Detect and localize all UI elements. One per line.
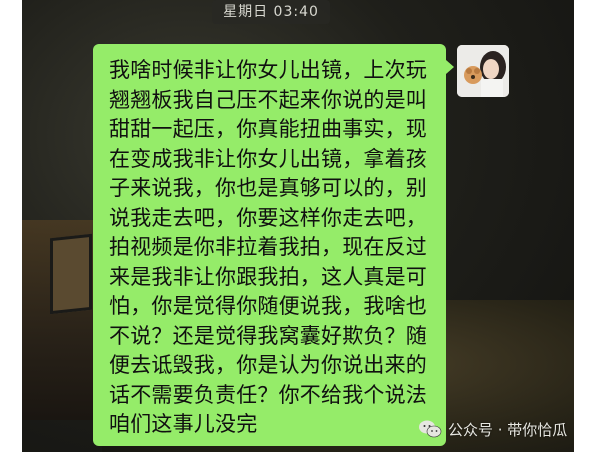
wechat-icon: [419, 420, 442, 438]
message-line: 子来说我，你也是真够可以的，别: [109, 176, 427, 200]
message-bubble[interactable]: 我啥时候非让你女儿出镜，上次玩 翘翘板我自己压不起来你说的是叫 甜甜一起压，你真…: [93, 44, 446, 446]
message-line: 来是我非让你跟我拍，这人真是可: [109, 264, 427, 289]
watermark-text: 公众号 · 带你恰瓜: [448, 420, 568, 439]
message-line: 甜甜一起压，你真能扭曲事实，现: [109, 117, 427, 141]
message-line: 便去诋毁我，你是认为你说出来的: [109, 353, 427, 377]
bubble-tail: [446, 60, 454, 74]
message-line: 咱们这事儿没完: [109, 412, 258, 436]
message-line: 说我走去吧，你要这样你走去吧，: [109, 205, 427, 230]
message-line: 话不需要负责任？你不给我个说法: [109, 382, 427, 407]
message-line: 怕，你是觉得你随便说我，我啥也: [109, 294, 427, 318]
message-line: 不说？还是觉得我窝囊好欺负？随: [109, 323, 427, 348]
message-line: 拍视频是你非拉着我拍，现在反过: [109, 235, 427, 259]
avatar-photo-icon: [457, 45, 509, 97]
message-line: 翘翘板我自己压不起来你说的是叫: [109, 87, 427, 112]
message-timestamp: 星期日 03:40: [212, 0, 330, 24]
sender-avatar[interactable]: [457, 45, 509, 97]
message-line: 在变成我非让你女儿出镜，拿着孩: [109, 146, 427, 171]
watermark: 公众号 · 带你恰瓜: [418, 416, 567, 442]
background-frame: [50, 233, 92, 315]
message-line: 我啥时候非让你女儿出镜，上次玩: [109, 58, 427, 82]
